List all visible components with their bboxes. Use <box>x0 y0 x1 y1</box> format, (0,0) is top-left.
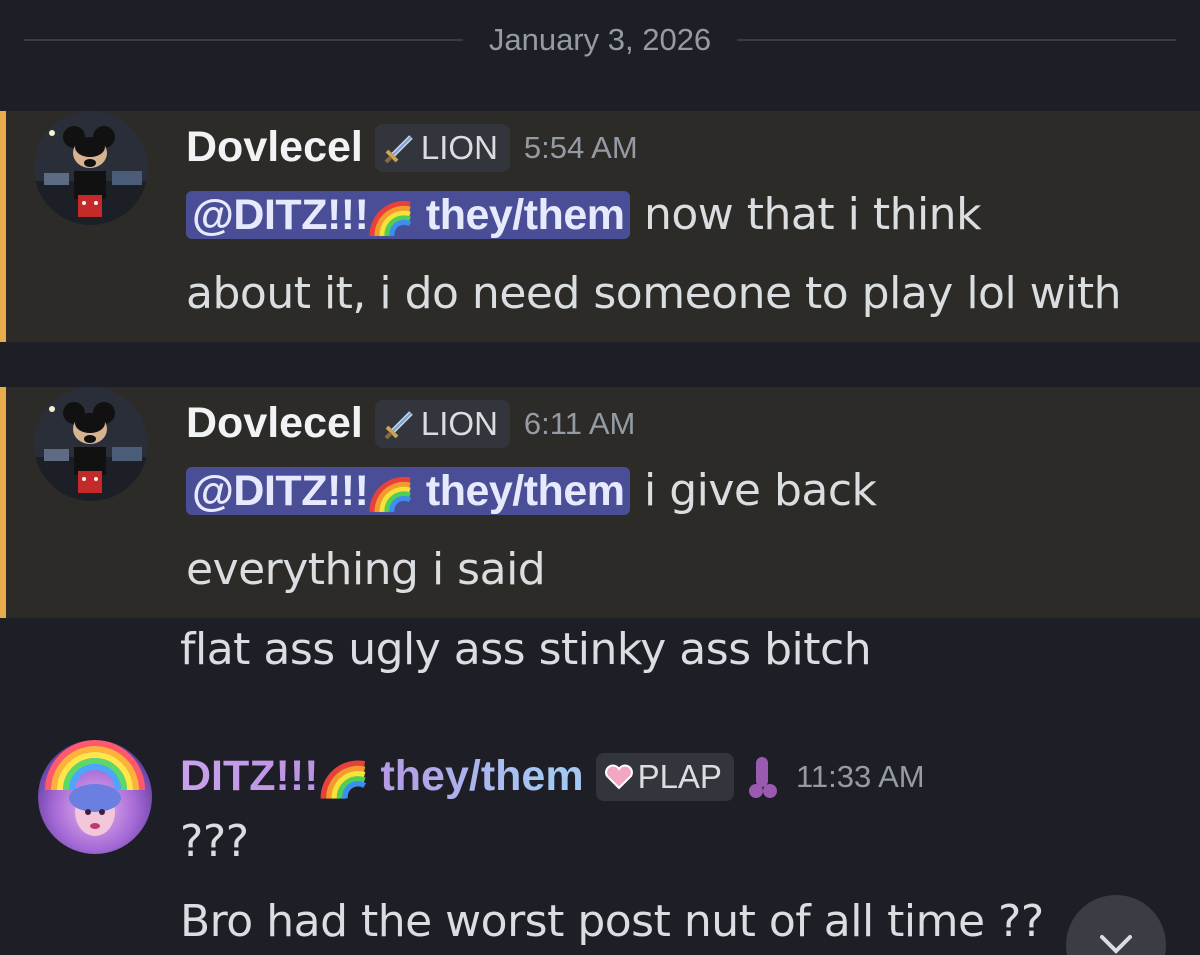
message-line: @DITZ!!! they/them now that i think <box>186 189 982 240</box>
divider-line <box>737 39 1177 41</box>
message-line: about it, i do need someone to play lol … <box>186 268 1122 319</box>
pixel-heart-icon <box>604 764 633 789</box>
message-line: ??? <box>180 816 249 867</box>
avatar[interactable] <box>34 387 148 501</box>
message-text: i give back <box>643 465 877 516</box>
username[interactable]: DITZ!!! they/them <box>180 752 584 801</box>
message-header: Dovlecel LION 6:11 AM <box>186 399 635 448</box>
timestamp: 5:54 AM <box>523 129 638 165</box>
rainbow-emoji <box>369 200 412 236</box>
message-line: Bro had the worst post nut of all time ?… <box>180 896 1044 947</box>
chat-view: January 3, 2026 Dovlecel LION 5:54 AM @D… <box>0 0 1200 955</box>
message-line: everything i said <box>186 544 546 595</box>
rainbow-emoji <box>320 760 366 799</box>
timestamp: 11:33 AM <box>795 758 925 794</box>
sword-icon <box>384 134 413 163</box>
role-tag-label: PLAP <box>637 757 722 795</box>
message[interactable]: Dovlecel LION 6:11 AM @DITZ!!! they/them… <box>0 387 1200 618</box>
message-followup[interactable]: flat ass ugly ass stinky ass bitch <box>180 624 872 675</box>
role-tag[interactable]: LION <box>374 123 510 172</box>
role-tag-label: LION <box>420 128 498 166</box>
message[interactable]: DITZ!!! they/them PLAP 11:33 AM ??? Bro … <box>0 740 1200 955</box>
role-tag-label: LION <box>420 404 498 442</box>
sword-icon <box>384 410 413 439</box>
avatar[interactable] <box>34 111 148 225</box>
chevron-down-icon <box>1100 935 1132 954</box>
user-mention[interactable]: @DITZ!!! they/them <box>186 191 631 239</box>
date-divider: January 3, 2026 <box>24 18 1177 62</box>
role-tag[interactable]: LION <box>374 399 510 448</box>
avatar[interactable] <box>38 740 152 854</box>
message[interactable]: Dovlecel LION 5:54 AM @DITZ!!! they/them… <box>0 111 1200 342</box>
username[interactable]: Dovlecel <box>186 123 363 172</box>
rainbow-emoji <box>369 476 412 512</box>
message-header: Dovlecel LION 5:54 AM <box>186 123 638 172</box>
divider-line <box>24 39 463 41</box>
timestamp: 6:11 AM <box>523 405 636 441</box>
username[interactable]: Dovlecel <box>186 399 363 448</box>
message-text: now that i think <box>643 189 982 240</box>
user-mention[interactable]: @DITZ!!! they/them <box>186 467 631 515</box>
role-tag[interactable]: PLAP <box>595 752 734 801</box>
date-label: January 3, 2026 <box>488 22 712 57</box>
message-line: @DITZ!!! they/them i give back <box>186 465 877 516</box>
message-header: DITZ!!! they/them PLAP 11:33 AM <box>180 752 925 801</box>
decor-emoji <box>748 756 777 798</box>
